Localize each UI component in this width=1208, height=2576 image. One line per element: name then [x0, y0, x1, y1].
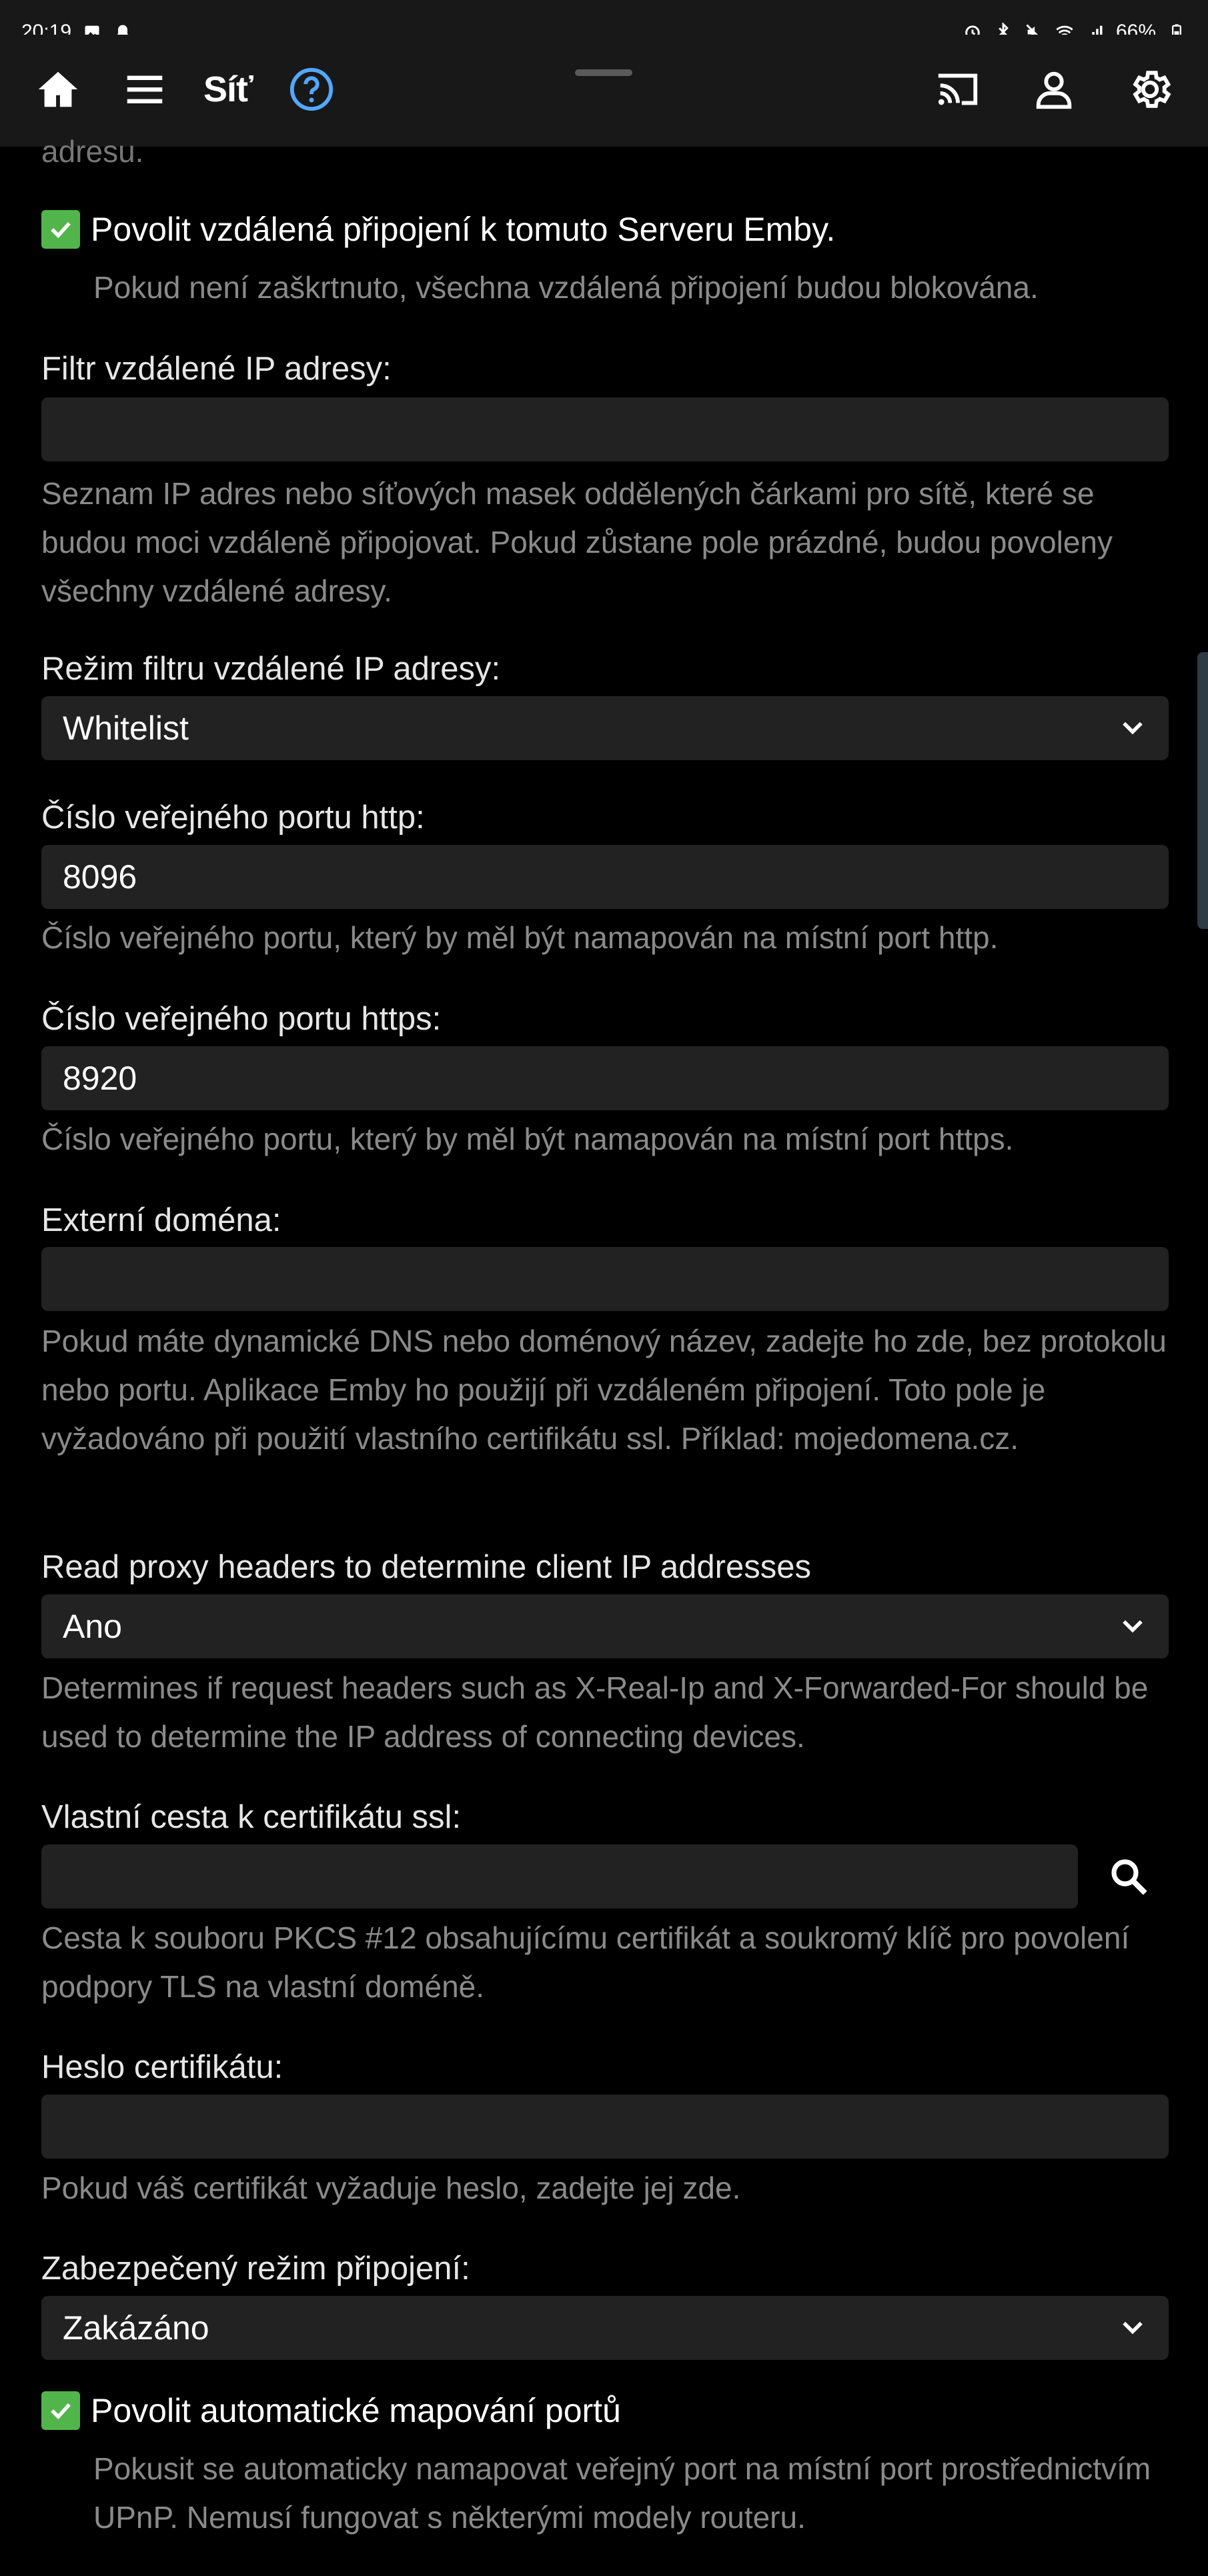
external-domain-input[interactable]: [41, 1247, 1169, 1311]
remote-access-row[interactable]: Povolit vzdálená připojení k tomuto Serv…: [41, 210, 835, 249]
cert-password-input[interactable]: [41, 2095, 1169, 2159]
ip-filter-help: Seznam IP adres nebo síťových masek oddě…: [41, 476, 1113, 608]
https-port-help: Číslo veřejného portu, který by měl být …: [41, 1122, 1014, 1156]
header-left: Síť: [30, 61, 340, 117]
app-header: Síť: [0, 35, 1208, 147]
drag-handle[interactable]: [575, 69, 632, 76]
ssl-path-label: Vlastní cesta k certifikátu ssl:: [41, 1799, 462, 1835]
chevron-down-icon: [1118, 2313, 1147, 2343]
remote-access-help: Pokud není zaškrtnuto, všechna vzdálená …: [93, 270, 1039, 305]
http-port-input[interactable]: 8096: [41, 845, 1169, 909]
truncated-text: adresu.: [41, 134, 144, 169]
user-icon[interactable]: [1026, 61, 1082, 117]
http-port-help: Číslo veřejného portu, který by měl být …: [41, 920, 999, 955]
ip-filter-mode-value: Whitelist: [63, 710, 189, 747]
upnp-checkbox[interactable]: [41, 2391, 80, 2430]
proxy-headers-select[interactable]: Ano: [41, 1594, 1169, 1658]
cert-password-label: Heslo certifikátu:: [41, 2049, 283, 2085]
secure-mode-label: Zabezpečený režim připojení:: [41, 2251, 470, 2287]
remote-access-checkbox[interactable]: [41, 210, 80, 249]
help-icon[interactable]: [283, 61, 340, 117]
ssl-path-help: Cesta k souboru PKCS #12 obsahujícímu ce…: [41, 1920, 1130, 2004]
ip-filter-mode-label: Režim filtru vzdálené IP adresy:: [41, 651, 501, 687]
scrollbar[interactable]: [1197, 652, 1208, 929]
upnp-row[interactable]: Povolit automatické mapování portů: [41, 2391, 621, 2430]
page-title: Síť: [203, 69, 253, 109]
ip-filter-label: Filtr vzdálené IP adresy:: [41, 351, 392, 387]
search-icon[interactable]: [1097, 1844, 1161, 1908]
cert-password-help: Pokud váš certifikát vyžaduje heslo, zad…: [41, 2171, 741, 2205]
external-domain-label: Externí doména:: [41, 1202, 281, 1238]
ssl-path-input[interactable]: [41, 1844, 1078, 1908]
settings-icon[interactable]: [1122, 61, 1178, 117]
home-icon[interactable]: [30, 61, 86, 117]
secure-mode-value: Zakázáno: [63, 2309, 209, 2347]
proxy-headers-help: Determines if request headers such as X-…: [41, 1670, 1149, 1754]
proxy-headers-value: Ano: [63, 1608, 122, 1645]
https-port-input[interactable]: 8920: [41, 1046, 1169, 1110]
menu-icon[interactable]: [117, 61, 173, 117]
external-domain-help: Pokud máte dynamické DNS nebo doménový n…: [41, 1324, 1167, 1456]
upnp-help: Pokusit se automaticky namapovat veřejný…: [93, 2451, 1151, 2535]
header-right: [930, 61, 1178, 117]
http-port-label: Číslo veřejného portu http:: [41, 800, 425, 836]
chevron-down-icon: [1118, 1612, 1147, 1641]
https-port-label: Číslo veřejného portu https:: [41, 1001, 442, 1037]
proxy-headers-label: Read proxy headers to determine client I…: [41, 1549, 811, 1585]
chevron-down-icon: [1118, 714, 1147, 743]
ip-filter-mode-select[interactable]: Whitelist: [41, 696, 1169, 760]
ip-filter-input[interactable]: [41, 397, 1169, 461]
upnp-label: Povolit automatické mapování portů: [91, 2392, 621, 2429]
cast-icon[interactable]: [930, 61, 986, 117]
remote-access-label: Povolit vzdálená připojení k tomuto Serv…: [91, 211, 836, 248]
secure-mode-select[interactable]: Zakázáno: [41, 2296, 1169, 2360]
